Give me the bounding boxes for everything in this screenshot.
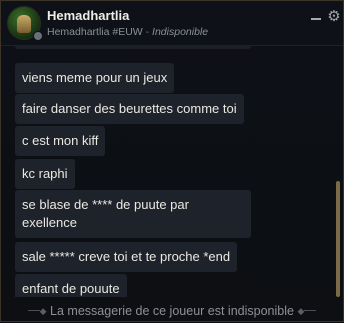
message-bubble: enfant de pouute [15,274,127,297]
notice-text: La messagerie de ce joueur est indisponi… [50,304,294,318]
message-bubble: faire danser des beurettes comme toi [15,94,244,124]
minimize-icon[interactable] [308,9,324,25]
message-bubble: sale ***** creve toi et te proche *end [15,242,238,272]
unavailable-notice: ◆ La messagerie de ce joueur est indispo… [1,301,343,323]
diamond-left-icon: ◆ [39,306,47,316]
message-bubble: c est mon kiff [15,126,106,156]
message-bubble: se blase de **** de puute par exellence [15,190,251,238]
chat-header: Hemadhartlia Hemadhartlia #EUW - Indispo… [1,1,343,46]
divider-left [27,310,40,311]
player-name: Hemadhartlia [47,8,130,23]
avatar-figure [17,15,31,33]
message-bubble: viens meme pour un jeux [15,63,175,93]
availability-status: Indisponible [152,26,209,38]
message-bubble: kc raphi [15,159,75,189]
divider-right [304,310,317,311]
message-list[interactable]: viens meme pour un jeux faire danser des… [1,45,343,297]
player-subtitle: Hemadhartlia #EUW - Indisponible [47,26,208,38]
status-dot [33,31,43,41]
subtitle-separator: - [145,26,150,38]
scrollbar-thumb[interactable] [336,181,340,297]
gear-icon[interactable]: ⚙ [326,9,342,25]
diamond-right-icon: ◆ [297,306,305,316]
chat-window: Hemadhartlia Hemadhartlia #EUW - Indispo… [0,0,344,322]
riot-id: Hemadhartlia #EUW [47,26,143,38]
partial-message [15,45,251,49]
